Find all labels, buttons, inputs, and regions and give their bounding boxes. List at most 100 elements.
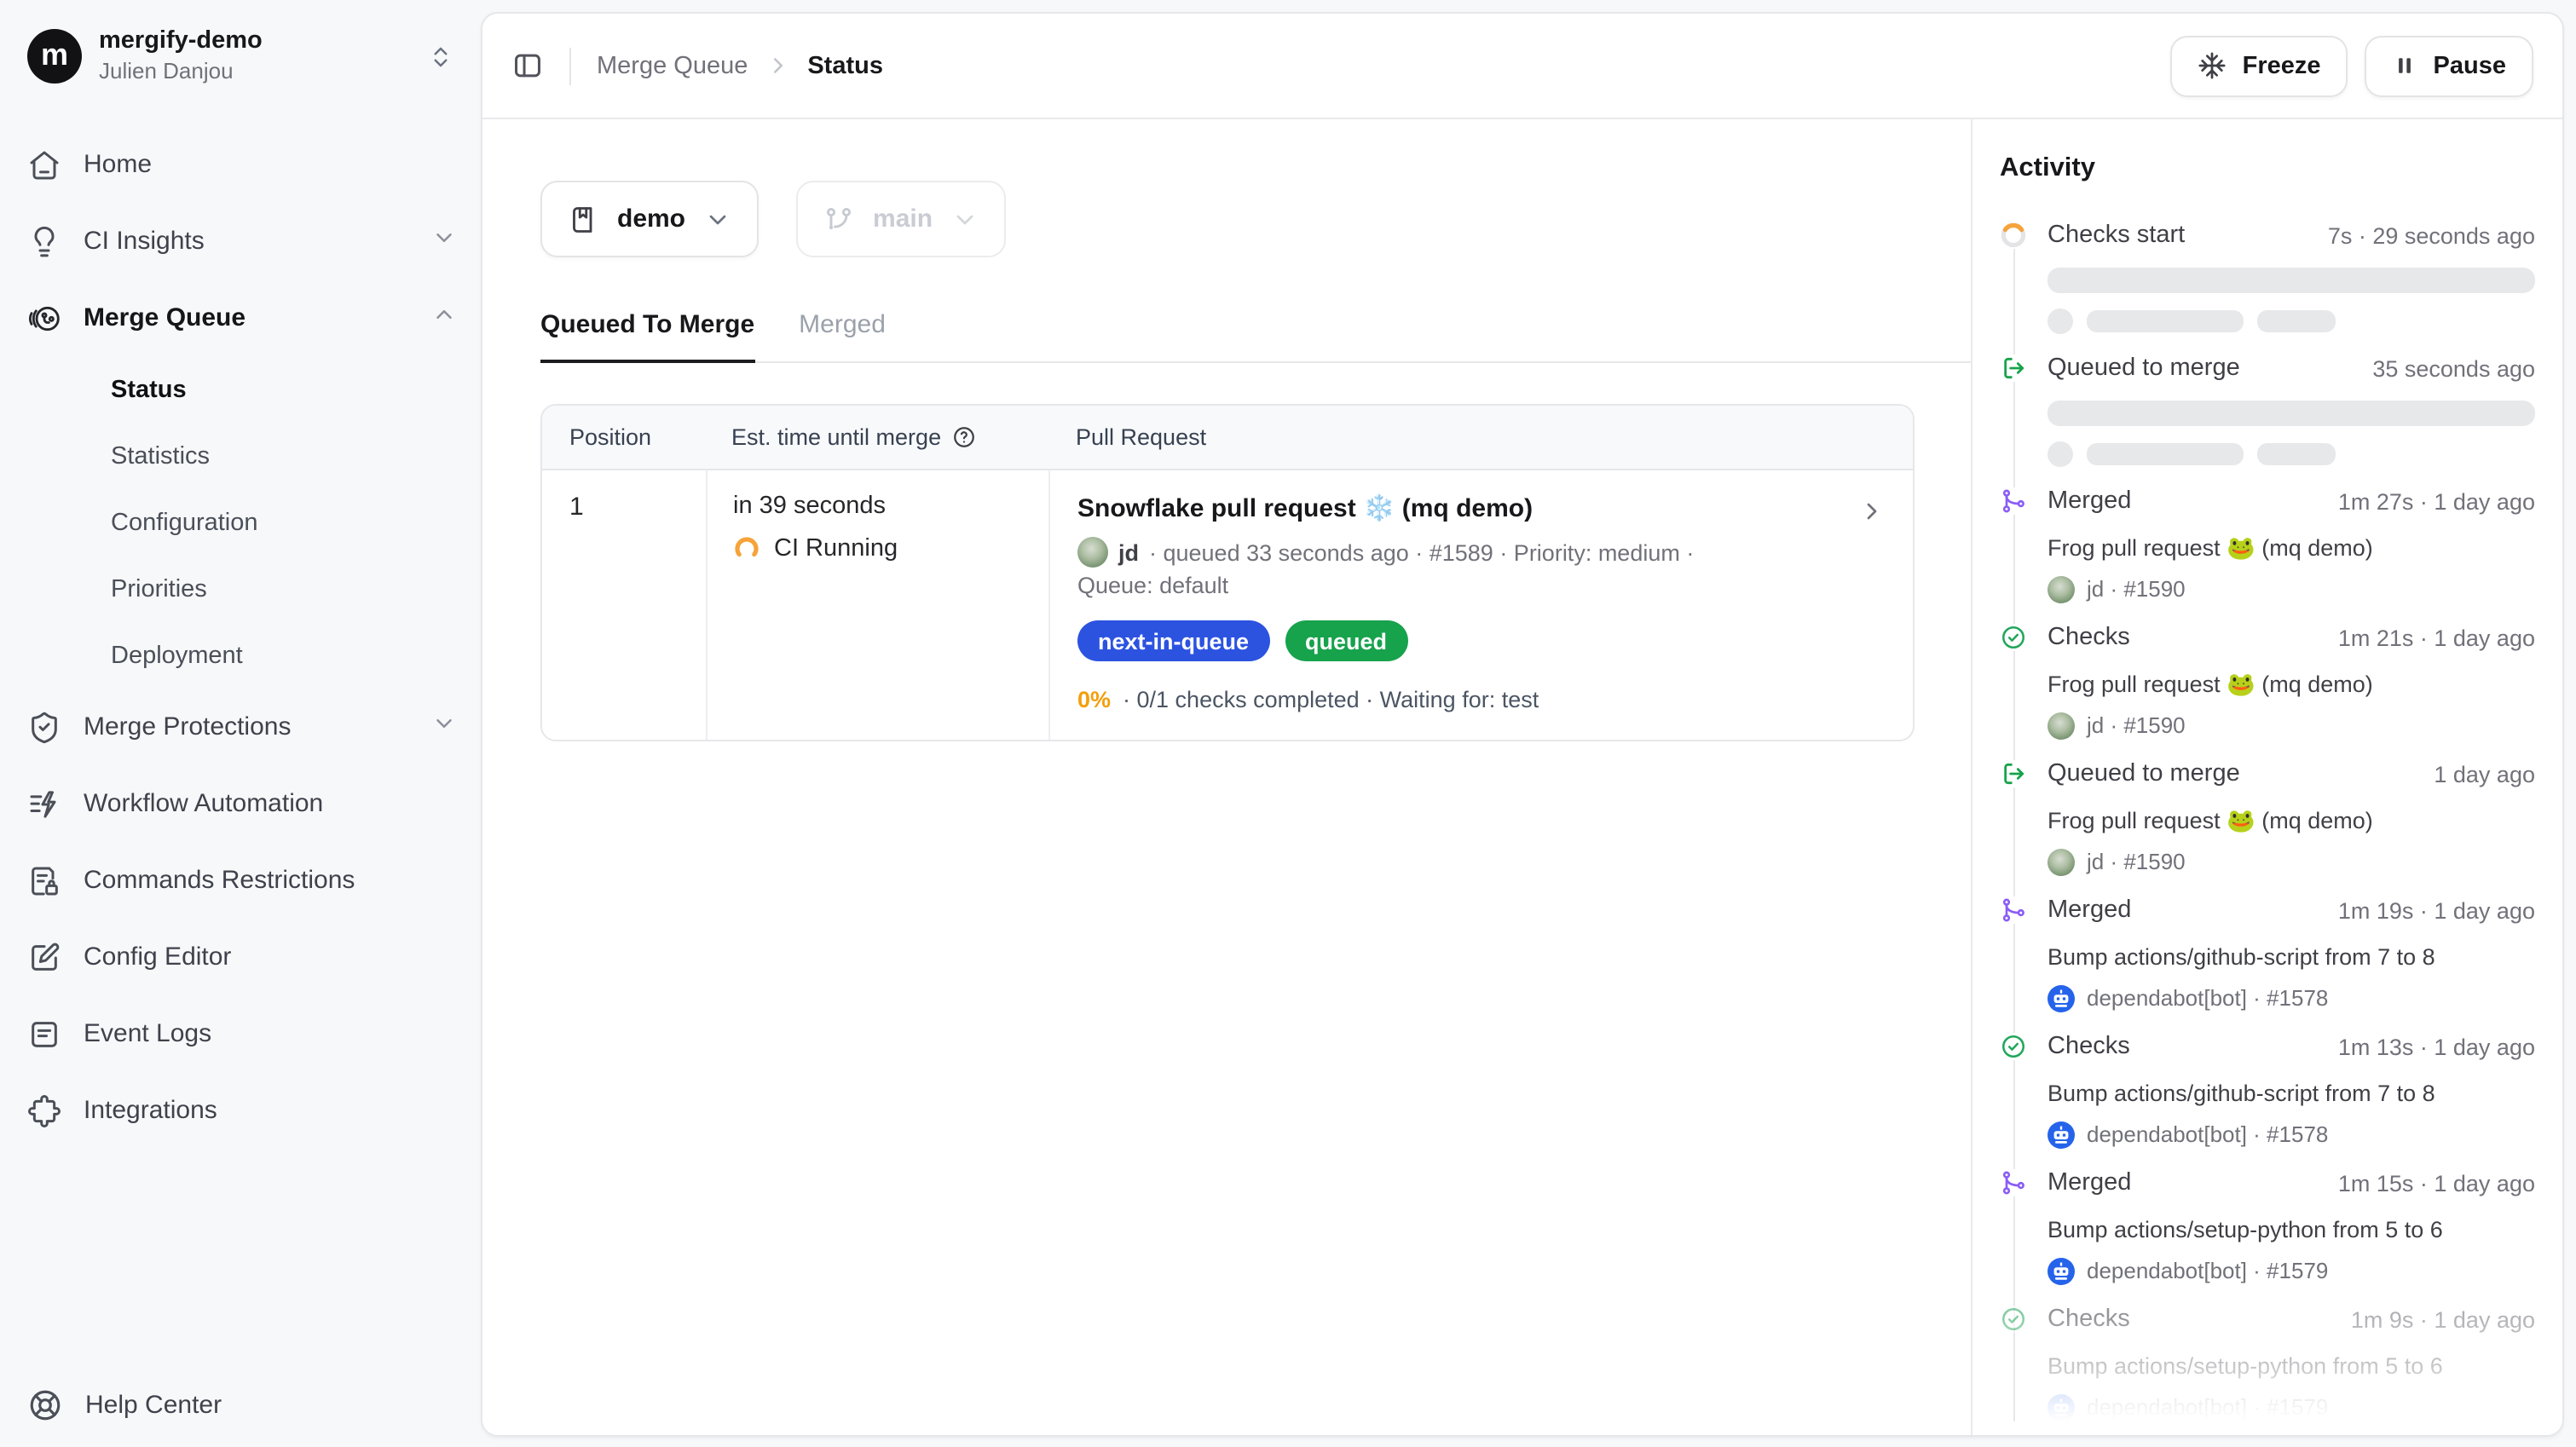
activity-item[interactable]: Checks start 7s · 29 seconds ago: [2000, 220, 2535, 334]
pause-label: Pause: [2434, 52, 2506, 79]
git-merge-icon: [2000, 896, 2027, 924]
activity-item-body: Bump actions/setup-python from 5 to 6 de…: [2000, 1214, 2535, 1285]
sidebar-item-status[interactable]: Status: [27, 356, 457, 423]
chevrons-up-down-icon[interactable]: [428, 44, 453, 78]
freeze-label: Freeze: [2243, 52, 2321, 79]
sidebar-item-merge-protections[interactable]: Merge Protections: [27, 689, 457, 765]
activity-item[interactable]: Queued to merge 35 seconds ago: [2000, 353, 2535, 467]
eta-value: in 39 seconds: [733, 493, 1048, 520]
sidebar-subitem-label: Status: [111, 376, 187, 403]
file-lock-icon: [27, 863, 61, 897]
branch-selector[interactable]: main: [796, 181, 1006, 257]
sidebar-item-config-editor[interactable]: Config Editor: [27, 919, 457, 995]
sidebar-item-label: Workflow Automation: [84, 789, 323, 818]
activity-pr-title[interactable]: Bump actions/setup-python from 5 to 6: [2048, 1214, 2535, 1246]
repository-selector[interactable]: demo: [540, 181, 759, 257]
check-circle-icon: [2000, 1306, 2027, 1333]
label-next-in-queue[interactable]: next-in-queue: [1077, 620, 1269, 661]
queued-to-merge-icon: [2000, 760, 2027, 787]
sidebar-item-label: Integrations: [84, 1096, 217, 1125]
help-circle-icon[interactable]: [951, 424, 977, 450]
skeleton-row: [2048, 308, 2535, 334]
activity-pr-title[interactable]: Bump actions/github-script from 7 to 8: [2048, 941, 2535, 973]
label-queued[interactable]: queued: [1285, 620, 1407, 661]
ci-status: CI Running: [733, 535, 1048, 562]
activity-item-header: Merged 1m 15s · 1 day ago: [2000, 1167, 2535, 1198]
dependabot-icon: [2048, 1121, 2075, 1149]
activity-item-header: Checks 1m 21s · 1 day ago: [2000, 622, 2535, 653]
sidebar-item-integrations[interactable]: Integrations: [27, 1072, 457, 1149]
activity-item-body: Frog pull request 🐸 (mq demo) jd · #1590: [2000, 668, 2535, 740]
org-switcher[interactable]: m mergify-demo Julien Danjou: [0, 0, 481, 102]
activity-pr-title[interactable]: Frog pull request 🐸 (mq demo): [2048, 532, 2535, 564]
sidebar-toggle-button[interactable]: [511, 49, 544, 82]
activity-pr-title[interactable]: Bump actions/setup-python from 5 to 6: [2048, 1350, 2535, 1382]
activity-pr-title[interactable]: Frog pull request 🐸 (mq demo): [2048, 804, 2535, 837]
git-branch-icon: [823, 204, 854, 234]
help-center-link[interactable]: Help Center: [27, 1387, 222, 1423]
tab-merged[interactable]: Merged: [799, 310, 886, 361]
activity-pr-meta: jd · #1590: [2048, 712, 2535, 740]
sidebar-item-priorities[interactable]: Priorities: [27, 556, 457, 622]
activity-pr-title[interactable]: Bump actions/github-script from 7 to 8: [2048, 1077, 2535, 1110]
chevron-up-icon: [431, 302, 457, 334]
chevron-down-icon: [704, 205, 731, 233]
chevron-down-icon: [431, 225, 457, 257]
activity-item[interactable]: Checks 1m 13s · 1 day ago Bump actions/g…: [2000, 1031, 2535, 1149]
breadcrumb-status: Status: [807, 52, 883, 79]
checks-meta: · 0/1 checks completed · Waiting for: te…: [1123, 687, 1539, 712]
activity-event-icon: [2000, 355, 2027, 382]
freeze-button[interactable]: Freeze: [2171, 35, 2348, 96]
pr-labels: next-in-queue queued: [1077, 620, 1845, 661]
activity-item[interactable]: Checks 1m 21s · 1 day ago Frog pull requ…: [2000, 622, 2535, 740]
activity-item[interactable]: Merged 1m 19s · 1 day ago Bump actions/g…: [2000, 895, 2535, 1012]
jd-avatar: [2048, 849, 2075, 876]
sidebar-item-configuration[interactable]: Configuration: [27, 489, 457, 556]
activity-event-label: Merged: [2048, 895, 2131, 925]
sidebar-item-label: Commands Restrictions: [84, 866, 355, 895]
activity-pr-title[interactable]: Frog pull request 🐸 (mq demo): [2048, 668, 2535, 700]
activity-item[interactable]: Checks 1m 9s · 1 day ago Bump actions/se…: [2000, 1304, 2535, 1421]
activity-pr-meta: jd · #1590: [2048, 849, 2535, 876]
skeleton-row: [2048, 441, 2535, 467]
check-circle-icon: [2000, 624, 2027, 651]
activity-item[interactable]: Merged 1m 15s · 1 day ago Bump actions/s…: [2000, 1167, 2535, 1285]
activity-item[interactable]: Merged 1m 27s · 1 day ago Frog pull requ…: [2000, 486, 2535, 603]
sidebar-item-merge-queue[interactable]: Merge Queue: [27, 280, 457, 356]
sidebar-item-deployment[interactable]: Deployment: [27, 622, 457, 689]
pr-title[interactable]: Snowflake pull request ❄️ (mq demo): [1077, 493, 1845, 523]
help-center-label: Help Center: [85, 1391, 222, 1420]
skeleton-avatar: [2048, 441, 2073, 467]
sidebar-item-event-logs[interactable]: Event Logs: [27, 995, 457, 1072]
jd-avatar: [2048, 576, 2075, 603]
activity-event-label: Merged: [2048, 486, 2131, 516]
git-merge-icon: [2000, 1169, 2027, 1196]
eta-cell: in 39 seconds CI Running: [706, 470, 1048, 740]
lightbulb-icon: [27, 224, 61, 258]
sidebar-item-home[interactable]: Home: [27, 126, 457, 203]
skeleton-bar: [2087, 310, 2244, 332]
tab-queued-to-merge[interactable]: Queued To Merge: [540, 310, 754, 363]
workflow-automation-icon: [27, 787, 61, 821]
chevron-right-icon[interactable]: [1858, 498, 1886, 533]
breadcrumb-chevron-icon: [765, 53, 790, 78]
activity-item-header: Merged 1m 19s · 1 day ago: [2000, 895, 2535, 925]
ci-running-spinner-icon: [733, 535, 760, 562]
life-buoy-icon: [27, 1387, 63, 1423]
activity-event-icon: [2000, 487, 2027, 515]
activity-item[interactable]: Queued to merge 1 day ago Frog pull requ…: [2000, 758, 2535, 876]
table-header: Position Est. time until merge Pull Requ…: [542, 406, 1913, 470]
sidebar-item-statistics[interactable]: Statistics: [27, 423, 457, 489]
breadcrumb-merge-queue[interactable]: Merge Queue: [597, 52, 748, 79]
topbar-actions: Freeze Pause: [2171, 35, 2533, 96]
activity-item-body: Bump actions/setup-python from 5 to 6 de…: [2000, 1350, 2535, 1421]
activity-event-icon: [2000, 1033, 2027, 1060]
event-logs-icon: [27, 1017, 61, 1051]
activity-pr-meta: jd · #1590: [2048, 576, 2535, 603]
sidebar-item-commands-restrictions[interactable]: Commands Restrictions: [27, 842, 457, 919]
sidebar-item-ci-insights[interactable]: CI Insights: [27, 203, 457, 280]
activity-pr-meta: dependabot[bot] · #1578: [2048, 985, 2535, 1012]
queue-row[interactable]: 1 in 39 seconds CI Running Snowflake pul…: [542, 470, 1913, 740]
pause-button[interactable]: Pause: [2365, 35, 2533, 96]
sidebar-item-workflow-automation[interactable]: Workflow Automation: [27, 765, 457, 842]
